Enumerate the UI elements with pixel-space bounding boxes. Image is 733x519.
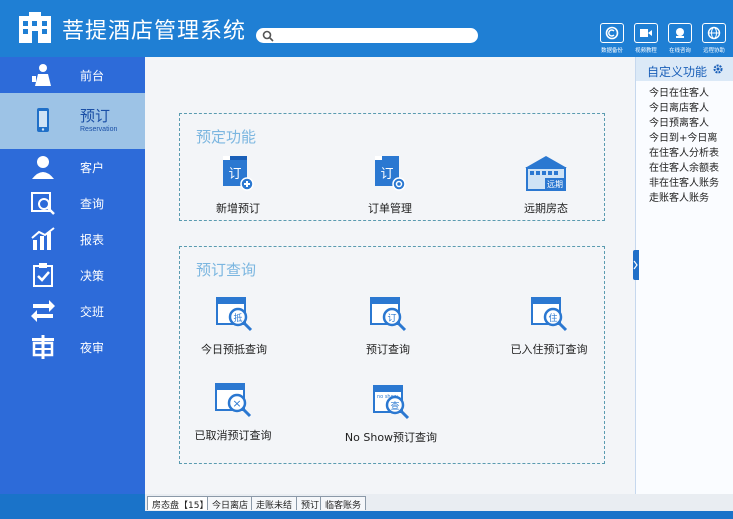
list-item[interactable]: 在住客人余额表 — [649, 161, 733, 176]
sidebar-item-decision[interactable]: 决策 — [0, 257, 145, 293]
future-room-status-button[interactable]: 远期 远期房态 — [481, 154, 611, 216]
sidebar-item-label: 查询 — [80, 196, 105, 211]
today-arrival-query-glyph: 抵 — [233, 312, 242, 324]
list-item[interactable]: 今日到+今日离 — [649, 131, 733, 146]
sidebar-item-query[interactable]: 查询 — [0, 185, 145, 221]
search-box[interactable] — [256, 28, 478, 43]
order-management-button[interactable]: 订 订单管理 — [325, 154, 455, 216]
sidebar-item-label: 客户 — [80, 160, 105, 175]
custom-functions-panel: 自定义功能 今日在住客人 今日离店客人 今日预离客人 今日到+今日离 在住客人分… — [635, 57, 733, 494]
bottom-tab-bar: 房态盘【15】 今日离店 走账未结 预订 临客账务 — [145, 494, 733, 511]
function-label: 订单管理 — [368, 202, 412, 215]
list-item[interactable]: 在住客人分析表 — [649, 146, 733, 161]
new-booking-button[interactable]: 订 新增预订 — [173, 154, 303, 216]
tab-unsettled-accounts[interactable]: 走账未结 — [251, 496, 298, 511]
function-label: 新增预订 — [216, 202, 260, 215]
function-label: 已取消预订查询 — [194, 429, 272, 442]
footer-bar — [0, 511, 733, 519]
search-icon — [262, 30, 274, 42]
sidebar-item-sublabel: Reservation — [80, 126, 118, 133]
booking-query-button[interactable]: 订 预订查询 — [323, 295, 453, 357]
main-content: 预定功能 订 新增预订 订 订单管理 远期 远期房态 预订查询 抵 今日预抵查询… — [145, 57, 635, 494]
list-item[interactable]: 非在住客人账务 — [649, 176, 733, 191]
future-room-status-glyph: 远期 — [547, 180, 563, 189]
custom-functions-title: 自定义功能 — [647, 65, 708, 79]
booking-functions-panel: 预定功能 订 新增预订 订 订单管理 远期 远期房态 — [179, 113, 605, 221]
video-icon — [640, 29, 652, 37]
clipboard-check-icon — [33, 263, 53, 287]
panel-title: 预定功能 — [196, 128, 257, 146]
sidebar-item-label: 决策 — [80, 268, 105, 283]
no-show-query-icon: no show 查 — [373, 385, 410, 420]
no-show-query-glyph: 查 — [390, 400, 399, 412]
order-management-icon: 订 — [375, 156, 406, 191]
booking-query-glyph: 订 — [387, 313, 396, 324]
function-label: 今日预抵查询 — [201, 343, 267, 356]
custom-functions-header: 自定义功能 — [636, 57, 733, 81]
booking-query-panel: 预订查询 抵 今日预抵查询 订 预订查询 住 已入住预订查询 × 已取消预订查询… — [179, 246, 605, 464]
app-header: 菩提酒店管理系统 数据备份 视频教程 在线咨询 远程协助 — [0, 0, 733, 57]
sidebar-item-label: 预订 — [80, 107, 111, 125]
sidebar-item-reports[interactable]: 报表 — [0, 221, 145, 257]
cancelled-query-icon: × — [215, 383, 252, 418]
sidebar-item-label: 报表 — [80, 232, 105, 247]
sidebar-item-night-audit[interactable]: 夜审 — [0, 329, 145, 365]
today-arrival-query-button[interactable]: 抵 今日预抵查询 — [169, 295, 299, 357]
list-item[interactable]: 走账客人账务 — [649, 191, 733, 206]
video-tutorial-button[interactable]: 视频教程 — [631, 23, 661, 54]
new-booking-icon: 订 — [223, 156, 254, 191]
cancelled-query-glyph: × — [232, 397, 241, 410]
tab-room-status[interactable]: 房态盘【15】 — [147, 496, 214, 511]
gear-icon[interactable] — [713, 64, 723, 74]
tab-walk-in-accounts[interactable]: 临客账务 — [320, 496, 367, 511]
checked-in-booking-query-button[interactable]: 住 已入住预订查询 — [484, 295, 614, 357]
new-booking-glyph: 订 — [228, 167, 241, 182]
toolbar: 数据备份 视频教程 在线咨询 远程协助 — [597, 23, 729, 54]
app-title: 菩提酒店管理系统 — [62, 19, 247, 44]
tab-today-checkout[interactable]: 今日离店 — [207, 496, 254, 511]
sidebar-item-customer[interactable]: 客户 — [0, 149, 145, 185]
swap-icon — [31, 300, 55, 322]
function-label: 预订查询 — [366, 343, 410, 356]
chat-icon — [676, 28, 684, 38]
list-item[interactable]: 今日在住客人 — [649, 86, 733, 101]
sidebar-item-label: 交班 — [80, 304, 105, 319]
panel-title: 预订查询 — [196, 261, 257, 279]
booking-query-icon: 订 — [370, 297, 407, 332]
sidebar-item-shift[interactable]: 交班 — [0, 293, 145, 329]
future-room-status-icon: 远期 — [525, 156, 567, 191]
sidebar-item-reservation[interactable]: 预订 Reservation — [0, 93, 145, 149]
today-arrival-query-icon: 抵 — [216, 297, 253, 332]
user-icon — [32, 156, 54, 179]
panel-collapse-handle[interactable] — [633, 250, 639, 280]
function-label: No Show预订查询 — [344, 431, 438, 444]
reception-icon — [32, 64, 51, 86]
backup-icon — [605, 26, 619, 40]
sidebar-item-label: 前台 — [80, 68, 105, 83]
phone-icon — [37, 108, 49, 132]
remote-icon — [707, 26, 721, 40]
checked-in-query-icon: 住 — [531, 297, 568, 332]
sidebar-item-label: 夜审 — [80, 340, 105, 355]
list-item[interactable]: 今日预离客人 — [649, 116, 733, 131]
online-chat-button[interactable]: 在线咨询 — [665, 23, 695, 54]
query-icon — [31, 192, 55, 215]
hotel-logo-icon — [19, 12, 51, 43]
search-input[interactable] — [278, 28, 472, 43]
no-show-booking-query-button[interactable]: no show 查 No Show预订查询 — [326, 383, 456, 445]
checked-in-query-glyph: 住 — [548, 312, 557, 324]
backup-button[interactable]: 数据备份 — [597, 23, 627, 54]
cancelled-booking-query-button[interactable]: × 已取消预订查询 — [168, 381, 298, 443]
chevron-right-icon — [633, 260, 638, 270]
order-management-glyph: 订 — [380, 167, 393, 182]
custom-functions-list: 今日在住客人 今日离店客人 今日预离客人 今日到+今日离 在住客人分析表 在住客… — [636, 81, 733, 206]
sidebar: 前台 预订 Reservation 客户 查询 报表 决策 交班 夜审 — [0, 57, 145, 494]
remote-assist-button[interactable]: 远程协助 — [699, 23, 729, 54]
night-audit-icon — [32, 335, 54, 359]
sidebar-item-front-desk[interactable]: 前台 — [0, 57, 145, 93]
function-label: 已入住预订查询 — [510, 343, 588, 356]
list-item[interactable]: 今日离店客人 — [649, 101, 733, 116]
report-chart-icon — [31, 227, 55, 250]
function-label: 远期房态 — [524, 202, 568, 215]
